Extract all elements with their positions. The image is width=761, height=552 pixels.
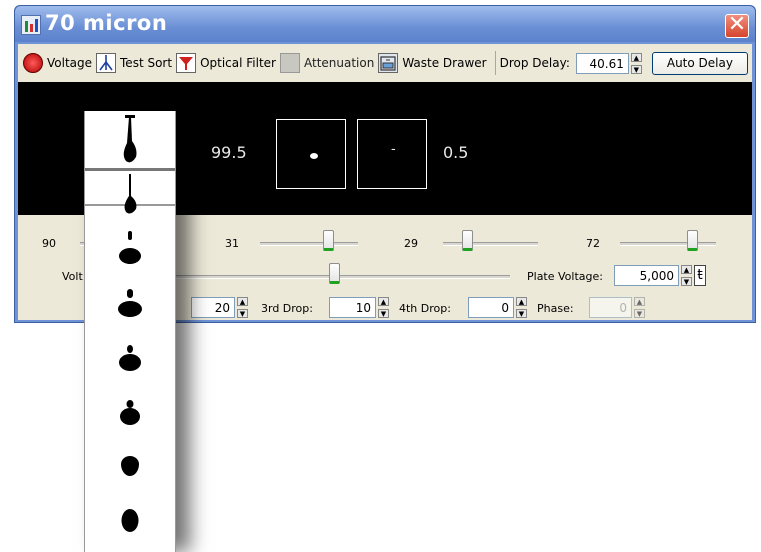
satellite-drop xyxy=(127,345,133,353)
title-bar[interactable]: 70 micron ✕ xyxy=(15,6,755,42)
satellite-drop xyxy=(128,231,132,240)
close-button[interactable]: ✕ xyxy=(725,14,749,38)
voltage-toggle[interactable]: Voltage xyxy=(23,50,96,76)
frequency-slider-thumb[interactable] xyxy=(323,230,334,251)
voltage-slider-thumb[interactable] xyxy=(329,263,340,284)
third-drop-input[interactable]: 10 xyxy=(329,297,376,318)
drop-6 xyxy=(121,509,139,532)
phase-stepper[interactable]: 0 ▲ ▼ xyxy=(589,297,645,318)
waste-drawer-toggle[interactable]: Waste Drawer xyxy=(378,50,490,76)
drop-2 xyxy=(118,301,142,317)
attenuation-label: Attenuation xyxy=(303,56,375,70)
right-efficiency-readout: 0.5 xyxy=(443,143,469,162)
necking-drop-icon xyxy=(85,174,175,214)
third-drop-stepper[interactable]: 10 ▲ ▼ xyxy=(329,297,389,318)
drop1-value: 29 xyxy=(404,237,418,250)
voltage-label: Volt xyxy=(62,270,83,283)
spin-up-icon[interactable]: ▲ xyxy=(378,297,389,306)
attenuation-toggle[interactable]: Attenuation xyxy=(279,50,378,76)
fourth-drop-stepper[interactable]: 0 ▲ ▼ xyxy=(468,297,527,318)
drop-delay-spinner[interactable]: ▲ ▼ xyxy=(630,52,642,74)
drop-delay-group: Drop Delay: 40.61 ▲ ▼ xyxy=(500,50,646,76)
auto-delay-button[interactable]: Auto Delay xyxy=(651,51,748,75)
right-sort-box: - xyxy=(357,119,427,189)
waste-drawer-label: Waste Drawer xyxy=(402,56,487,70)
drop-4 xyxy=(120,408,140,425)
satellite-drop xyxy=(127,289,133,298)
drop-1 xyxy=(119,248,141,264)
plate-voltage-label: Plate Voltage: xyxy=(527,270,603,283)
window-title: 70 micron xyxy=(45,11,168,35)
phase-label: Phase: xyxy=(537,302,574,315)
spin-up-icon[interactable]: ▲ xyxy=(630,52,642,62)
satellite-drop xyxy=(126,400,134,408)
center-box-mark: - xyxy=(391,142,396,157)
left-sort-box xyxy=(276,119,346,189)
spin-up-icon[interactable]: ▲ xyxy=(634,297,645,306)
stream-icon xyxy=(96,53,117,73)
spin-up-icon[interactable]: ▲ xyxy=(516,297,527,306)
drop-delay-label: Drop Delay: xyxy=(499,56,570,70)
app-icon xyxy=(21,15,41,35)
test-sort-label: Test Sort xyxy=(120,56,173,70)
voltage-lock-icon[interactable]: ŧ xyxy=(694,265,706,286)
voltage-toggle-label: Voltage xyxy=(47,56,93,70)
fourth-drop-spinner[interactable]: ▲ ▼ xyxy=(516,297,527,318)
spin-down-icon[interactable]: ▼ xyxy=(634,309,645,318)
fourth-drop-input[interactable]: 0 xyxy=(468,297,514,318)
third-drop-label: 3rd Drop: xyxy=(261,302,313,315)
filter-icon xyxy=(176,53,197,73)
second-drop-input[interactable]: 20 xyxy=(191,297,235,318)
plate-voltage-spinner[interactable]: ▲ ▼ xyxy=(681,265,692,286)
optical-filter-toggle[interactable]: Optical Filter xyxy=(176,50,280,76)
drop1-slider-track[interactable] xyxy=(443,242,538,246)
red-power-icon xyxy=(23,53,43,73)
breakoff-top-frame xyxy=(85,111,175,171)
drop-breakoff-strip xyxy=(84,111,176,552)
gap-value: 72 xyxy=(586,237,600,250)
test-sort-toggle[interactable]: Test Sort xyxy=(96,50,176,76)
gap-slider-thumb[interactable] xyxy=(687,230,698,251)
gap-slider-track[interactable] xyxy=(620,242,716,246)
spin-down-icon[interactable]: ▼ xyxy=(630,64,642,74)
frequency-slider-track[interactable] xyxy=(260,242,358,246)
spin-up-icon[interactable]: ▲ xyxy=(237,297,248,306)
phase-input[interactable]: 0 xyxy=(589,297,632,318)
spin-down-icon[interactable]: ▼ xyxy=(681,277,692,286)
left-efficiency-readout: 99.5 xyxy=(211,143,247,162)
frequency-value: 31 xyxy=(225,237,239,250)
drop-delay-input[interactable]: 40.61 xyxy=(575,52,629,74)
drop-5 xyxy=(121,456,139,476)
spin-up-icon[interactable]: ▲ xyxy=(681,265,692,274)
spin-down-icon[interactable]: ▼ xyxy=(378,309,389,318)
plate-voltage-input[interactable]: 5,000 xyxy=(614,265,679,286)
third-drop-spinner[interactable]: ▲ ▼ xyxy=(378,297,389,318)
fourth-drop-label: 4th Drop: xyxy=(399,302,451,315)
second-drop-spinner[interactable]: ▲ ▼ xyxy=(237,297,248,318)
second-drop-stepper[interactable]: 20 ▲ ▼ xyxy=(191,297,248,318)
left-stream-dot xyxy=(310,153,318,159)
breakoff-drop-icon xyxy=(123,115,137,163)
toolbar-separator xyxy=(494,51,496,75)
drop-delay-stepper[interactable]: 40.61 ▲ ▼ xyxy=(575,52,642,74)
drop-3 xyxy=(119,354,141,371)
spin-down-icon[interactable]: ▼ xyxy=(237,309,248,318)
amplitude-value: 90 xyxy=(42,237,56,250)
toolbar: Voltage Test Sort Optical Filter Attenua… xyxy=(18,44,752,82)
phase-spinner[interactable]: ▲ ▼ xyxy=(634,297,645,318)
plate-voltage-stepper[interactable]: 5,000 ▲ ▼ ŧ xyxy=(614,265,706,286)
attenuation-icon xyxy=(279,53,300,73)
spin-down-icon[interactable]: ▼ xyxy=(516,309,527,318)
drawer-icon xyxy=(378,53,399,73)
optical-filter-label: Optical Filter xyxy=(200,56,276,70)
drop1-slider-thumb[interactable] xyxy=(462,230,473,251)
